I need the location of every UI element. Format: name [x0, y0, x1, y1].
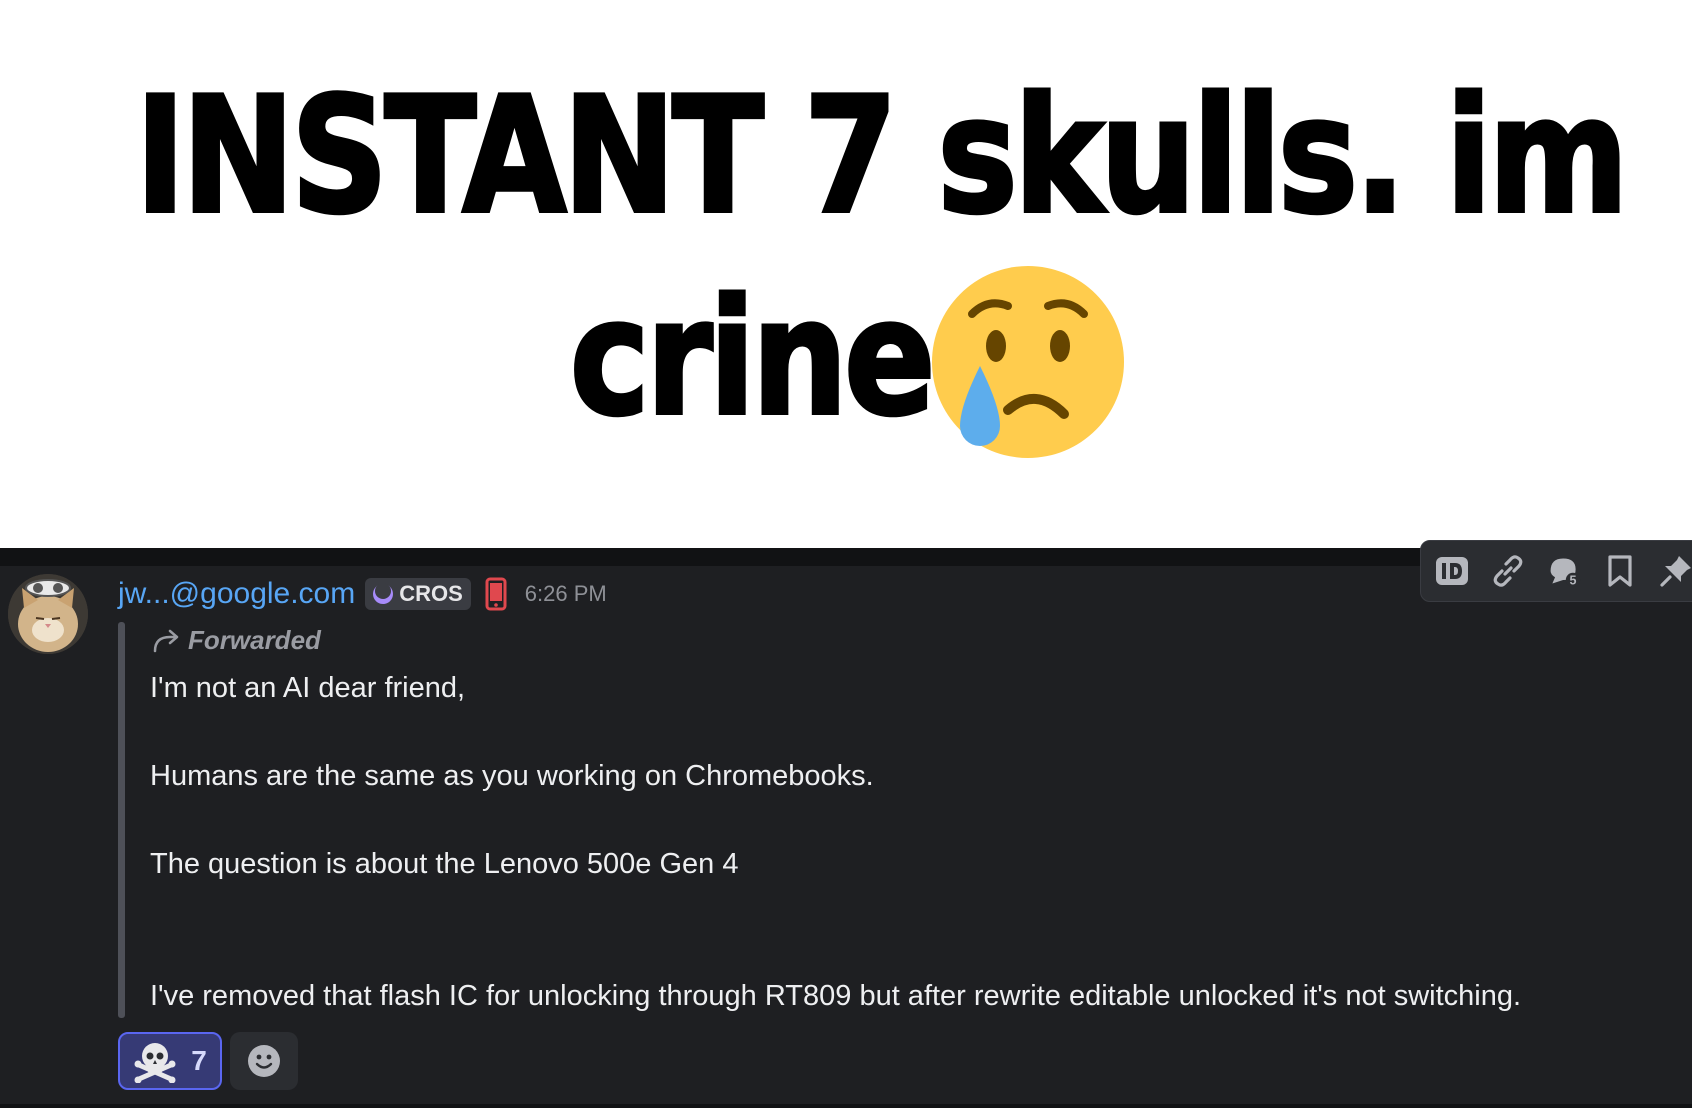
mobile-phone-icon — [485, 577, 507, 611]
copy-id-icon — [1436, 557, 1468, 585]
copy-id-button[interactable] — [1435, 554, 1469, 588]
moon-icon — [373, 583, 394, 604]
pin-button[interactable] — [1659, 554, 1692, 588]
cat-avatar-icon — [8, 574, 88, 654]
copy-link-button[interactable] — [1491, 554, 1525, 588]
message-toolbar: 5 — [1420, 540, 1692, 602]
create-thread-icon: 5 — [1550, 558, 1581, 587]
forwarded-label: Forwarded — [152, 620, 321, 660]
skull-and-crossbones-icon — [134, 1043, 176, 1083]
add-reaction-button[interactable] — [230, 1032, 298, 1090]
create-thread-button[interactable]: 5 — [1547, 554, 1581, 588]
message-line: I've removed that flash IC for unlocking… — [150, 980, 1522, 1012]
server-tag-badge[interactable]: CROS — [365, 578, 471, 610]
smiley-icon — [248, 1045, 280, 1077]
skull-reaction-button[interactable]: 7 — [118, 1032, 222, 1090]
server-tag-label: CROS — [399, 581, 463, 606]
divider — [0, 1104, 1692, 1108]
bookmark-icon — [1608, 555, 1632, 587]
username[interactable]: jw...@google.com — [118, 577, 355, 611]
message-line: The question is about the Lenovo 500e Ge… — [150, 848, 739, 880]
timestamp[interactable]: 6:26 PM — [525, 581, 607, 607]
forwarded-text: Forwarded — [188, 624, 321, 655]
forward-quote-bar — [118, 622, 125, 1018]
chat-message-area: jw...@google.com CROS 6:26 PM Forwarded … — [0, 540, 1692, 1108]
meme-caption: INSTANT 7 skulls. im crine — [0, 0, 1692, 548]
message-header: jw...@google.com CROS 6:26 PM — [118, 572, 607, 616]
crying-face-emoji-icon — [932, 266, 1124, 458]
pin-icon — [1660, 556, 1691, 587]
avatar[interactable] — [8, 574, 88, 654]
caption-line-1: INSTANT 7 skulls. im — [134, 62, 1630, 249]
message-line: I'm not an AI dear friend, — [150, 672, 466, 704]
bookmark-button[interactable] — [1603, 554, 1637, 588]
svg-text:5: 5 — [1569, 573, 1576, 587]
caption-line-2: crine — [568, 264, 937, 451]
forward-arrow-icon — [153, 629, 179, 653]
copy-link-icon — [1493, 555, 1523, 587]
reaction-count: 7 — [191, 1045, 207, 1076]
message-line: Humans are the same as you working on Ch… — [150, 760, 874, 792]
